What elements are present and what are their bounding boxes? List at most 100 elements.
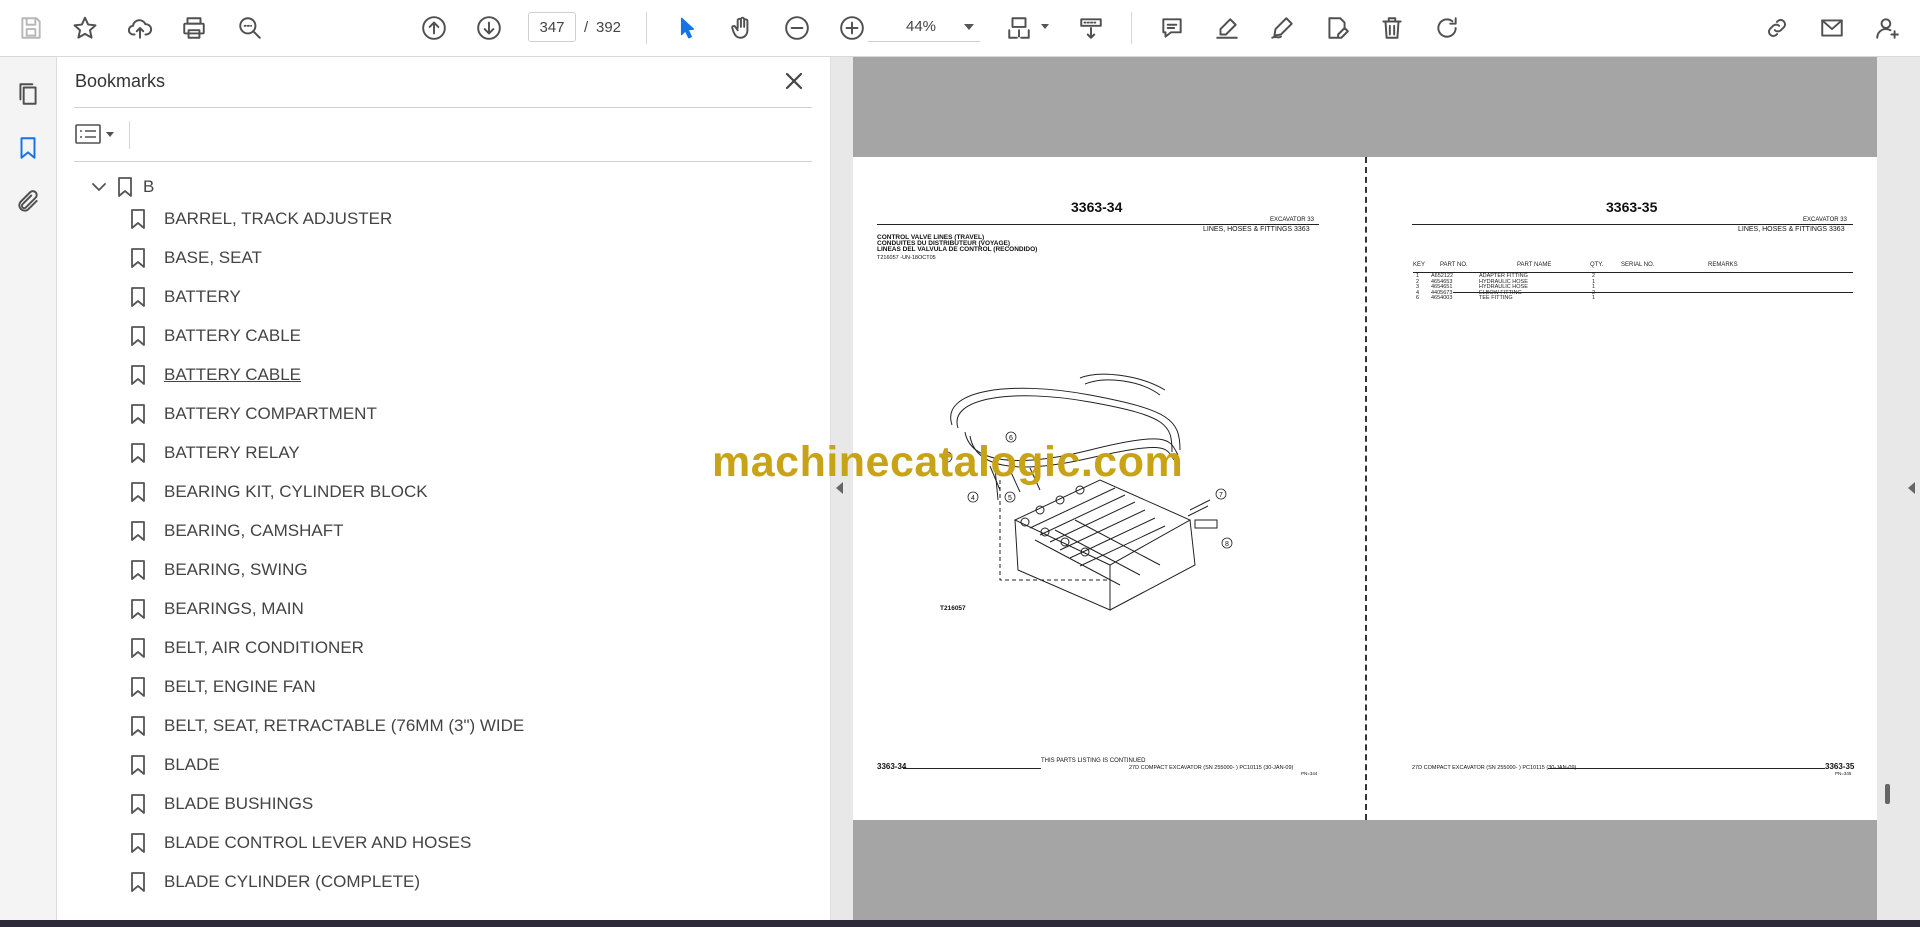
bookmark-label: BATTERY RELAY — [164, 443, 300, 462]
bookmark-icon — [130, 442, 146, 464]
bookmark-item[interactable]: BATTERY CABLE — [130, 320, 804, 352]
callout-7: 7 — [1219, 492, 1223, 499]
col-part-no: PART NO. — [1440, 262, 1468, 268]
attachment-icon[interactable] — [9, 183, 47, 221]
bookmark-item[interactable]: BELT, SEAT, RETRACTABLE (76MM (3") WIDE — [130, 710, 804, 742]
bookmark-item[interactable]: BEARINGS, MAIN — [130, 593, 804, 625]
bookmark-icon — [130, 637, 146, 659]
main-toolbar: 347 / 392 44% — [0, 0, 1920, 57]
bookmark-item[interactable]: BELT, AIR CONDITIONER — [130, 632, 804, 664]
star-icon[interactable] — [66, 9, 104, 47]
bookmark-icon — [130, 559, 146, 581]
bookmark-item[interactable]: BLADE — [130, 749, 804, 781]
bookmark-item[interactable]: BATTERY RELAY — [130, 437, 804, 469]
bookmark-item[interactable]: BATTERY CABLE — [130, 359, 804, 391]
highlight-icon[interactable] — [1208, 9, 1246, 47]
bookmark-item[interactable]: BATTERY COMPARTMENT — [130, 398, 804, 430]
chevron-down-icon[interactable] — [964, 24, 974, 30]
bookmark-label: BEARINGS, MAIN — [164, 599, 304, 618]
bookmark-label: BATTERY CABLE — [164, 326, 301, 345]
bookmark-options-button[interactable] — [75, 119, 123, 149]
bookmark-tree: B BARREL, TRACK ADJUSTER BASE, SEAT BATTER… — [74, 169, 804, 919]
chevron-down-icon[interactable] — [1041, 24, 1049, 29]
col-key: KEY — [1413, 262, 1426, 268]
bookmark-icon — [130, 871, 146, 893]
section-line: LINES, HOSES & FITTINGS 3363 — [1203, 226, 1310, 233]
account-icon[interactable] — [1868, 9, 1906, 47]
bookmark-icon — [130, 754, 146, 776]
callout-5: 5 — [1008, 495, 1012, 502]
save-icon[interactable] — [12, 9, 50, 47]
figure-label: T216057 — [940, 605, 966, 612]
bookmark-label: B — [143, 177, 155, 196]
arrow-down-circle-icon[interactable] — [470, 9, 508, 47]
bookmark-label: BARREL, TRACK ADJUSTER — [164, 209, 393, 228]
page-divider — [1365, 157, 1367, 820]
draw-icon[interactable] — [1263, 9, 1301, 47]
bookmark-icon — [130, 715, 146, 737]
bookmark-icon — [130, 520, 146, 542]
zoom-out-icon[interactable] — [778, 9, 816, 47]
bookmark-icon — [130, 481, 146, 503]
left-rail — [0, 57, 57, 920]
title-es: LINEAS DEL VALVULA DE CONTROL (RECONDIDO… — [877, 246, 1038, 253]
bookmark-panel-icon[interactable] — [9, 129, 47, 167]
footer-page-number: 3363-35 — [1825, 762, 1855, 771]
find-zoom-icon[interactable] — [231, 9, 269, 47]
document-scrollbar[interactable] — [1885, 784, 1890, 804]
bookmark-label: BLADE CYLINDER (COMPLETE) — [164, 872, 420, 891]
fit-page-icon[interactable] — [1000, 9, 1038, 47]
bookmark-icon — [130, 676, 146, 698]
bookmark-icon — [130, 247, 146, 269]
bookmark-item[interactable]: BASE, SEAT — [130, 242, 804, 274]
trash-icon[interactable] — [1373, 9, 1411, 47]
hand-icon[interactable] — [723, 9, 761, 47]
share-link-icon[interactable] — [1758, 9, 1796, 47]
bookmark-icon — [130, 286, 146, 308]
page-separator: / — [584, 19, 589, 36]
bookmark-item[interactable]: BEARING KIT, CYLINDER BLOCK — [130, 476, 804, 508]
cursor-icon[interactable] — [668, 9, 706, 47]
comment-icon[interactable] — [1153, 9, 1191, 47]
bookmark-label: BASE, SEAT — [164, 248, 262, 267]
print-icon[interactable] — [175, 9, 213, 47]
bookmark-icon — [130, 832, 146, 854]
bookmark-group-b[interactable]: B — [91, 171, 804, 203]
page-number-heading: 3363-35 — [1606, 199, 1658, 215]
bookmark-icon — [130, 793, 146, 815]
mail-icon[interactable] — [1813, 9, 1851, 47]
zoom-in-icon[interactable] — [833, 9, 871, 47]
rotate-icon[interactable] — [1428, 9, 1466, 47]
page-thumbnails-icon[interactable] — [9, 75, 47, 113]
page-total: 392 — [596, 19, 622, 36]
chevron-down-icon[interactable] — [91, 179, 107, 195]
bookmark-label: BATTERY COMPARTMENT — [164, 404, 377, 423]
bookmark-icon — [130, 598, 146, 620]
bookmark-item[interactable]: BLADE CONTROL LEVER AND HOSES — [130, 827, 804, 859]
fill-sign-icon[interactable] — [1318, 9, 1356, 47]
bookmark-item[interactable]: BARREL, TRACK ADJUSTER — [130, 203, 804, 235]
hose-assembly-illustration: 6 2 4 5 7 8 — [941, 373, 1233, 611]
bookmark-label: BELT, ENGINE FAN — [164, 677, 316, 696]
col-serial: SERIAL NO. — [1621, 262, 1655, 268]
bookmark-label: BEARING, SWING — [164, 560, 308, 579]
cloud-upload-icon[interactable] — [121, 9, 159, 47]
parts-cell-name: TEE FITTING — [1479, 295, 1513, 301]
bookmark-item[interactable]: BATTERY — [130, 281, 804, 313]
bookmark-item[interactable]: BLADE CYLINDER (COMPLETE) — [130, 866, 804, 898]
footer-code: PN=345 — [1835, 771, 1852, 776]
bookmark-item[interactable]: BLADE BUSHINGS — [130, 788, 804, 820]
bookmark-item[interactable]: BEARING, CAMSHAFT — [130, 515, 804, 547]
close-icon[interactable] — [780, 67, 808, 95]
watermark: machinecatalogic.com — [712, 438, 1184, 486]
bookmark-icon — [117, 176, 133, 198]
scroll-mode-icon[interactable] — [1072, 9, 1110, 47]
arrow-up-circle-icon[interactable] — [415, 9, 453, 47]
bookmark-icon — [130, 403, 146, 425]
bookmark-item[interactable]: BEARING, SWING — [130, 554, 804, 586]
ref-line: T216057 -UN-18OCT05 — [877, 255, 936, 261]
page-number-input[interactable]: 347 — [528, 12, 576, 42]
bookmark-item[interactable]: BELT, ENGINE FAN — [130, 671, 804, 703]
bookmark-icon — [130, 325, 146, 347]
next-page-arrow-icon[interactable] — [1908, 482, 1915, 494]
